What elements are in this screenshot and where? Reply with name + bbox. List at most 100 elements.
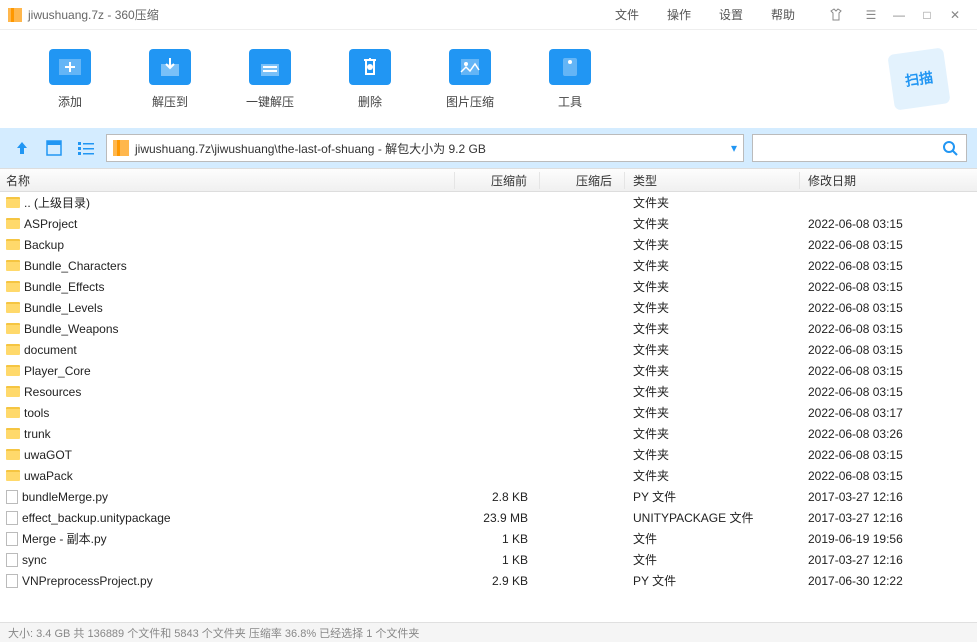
header-type[interactable]: 类型: [625, 172, 800, 189]
archive-icon: [8, 8, 22, 22]
table-row[interactable]: uwaPack文件夹2022-06-08 03:15: [0, 465, 977, 486]
file-date: 2022-06-08 03:15: [800, 364, 977, 378]
table-row[interactable]: Resources文件夹2022-06-08 03:15: [0, 381, 977, 402]
size-before: 1 KB: [455, 553, 540, 567]
file-type: 文件夹: [625, 215, 800, 232]
delete-button[interactable]: 删除: [320, 49, 420, 110]
file-name: sync: [22, 553, 47, 567]
view-grid-icon[interactable]: [42, 136, 66, 160]
menu-help[interactable]: 帮助: [757, 6, 809, 23]
file-date: 2017-03-27 12:16: [800, 490, 977, 504]
file-date: 2022-06-08 03:26: [800, 427, 977, 441]
file-date: 2019-06-19 19:56: [800, 532, 977, 546]
file-date: 2022-06-08 03:17: [800, 406, 977, 420]
table-row[interactable]: effect_backup.unitypackage23.9 MBUNITYPA…: [0, 507, 977, 528]
dropdown-icon[interactable]: ▾: [731, 141, 737, 155]
delete-icon: [349, 49, 391, 85]
folder-icon: [6, 407, 20, 418]
header-name[interactable]: 名称: [0, 172, 455, 189]
menu-file[interactable]: 文件: [601, 6, 653, 23]
view-list-icon[interactable]: [74, 136, 98, 160]
size-before: 23.9 MB: [455, 511, 540, 525]
folder-icon: [6, 302, 20, 313]
menu-icon[interactable]: ☰: [857, 8, 885, 22]
file-type: 文件夹: [625, 236, 800, 253]
table-row[interactable]: document文件夹2022-06-08 03:15: [0, 339, 977, 360]
file-type: PY 文件: [625, 488, 800, 505]
path-text: jiwushuang.7z\jiwushuang\the-last-of-shu…: [135, 140, 486, 157]
table-row[interactable]: Player_Core文件夹2022-06-08 03:15: [0, 360, 977, 381]
header-after[interactable]: 压缩后: [540, 172, 625, 189]
folder-icon: [6, 428, 20, 439]
table-row[interactable]: trunk文件夹2022-06-08 03:26: [0, 423, 977, 444]
file-name: VNPreprocessProject.py: [22, 574, 153, 588]
file-name: Backup: [24, 238, 64, 252]
table-row[interactable]: ASProject文件夹2022-06-08 03:15: [0, 213, 977, 234]
file-name: uwaGOT: [24, 448, 72, 462]
menu-settings[interactable]: 设置: [705, 6, 757, 23]
scan-badge[interactable]: 扫描: [887, 47, 950, 110]
file-date: 2017-03-27 12:16: [800, 511, 977, 525]
file-date: 2022-06-08 03:15: [800, 448, 977, 462]
table-row[interactable]: Bundle_Effects文件夹2022-06-08 03:15: [0, 276, 977, 297]
table-row[interactable]: sync1 KB文件2017-03-27 12:16: [0, 549, 977, 570]
minimize-icon[interactable]: —: [885, 8, 913, 22]
window-title: jiwushuang.7z - 360压缩: [28, 6, 159, 23]
table-row[interactable]: Backup 文件夹2022-06-08 03:15: [0, 234, 977, 255]
image-icon: [449, 49, 491, 85]
file-name: bundleMerge.py: [22, 490, 108, 504]
size-before: 2.9 KB: [455, 574, 540, 588]
search-input[interactable]: [752, 134, 967, 162]
file-type: 文件: [625, 530, 800, 547]
table-row[interactable]: Bundle_Levels文件夹2022-06-08 03:15: [0, 297, 977, 318]
toolbar: 添加 解压到 一键解压 删除 图片压缩 工具 扫描: [0, 30, 977, 128]
folder-icon: [6, 197, 20, 208]
table-row[interactable]: bundleMerge.py2.8 KBPY 文件2017-03-27 12:1…: [0, 486, 977, 507]
file-type: 文件夹: [625, 404, 800, 421]
file-date: 2022-06-08 03:15: [800, 322, 977, 336]
add-icon: [49, 49, 91, 85]
table-row[interactable]: Bundle_Characters文件夹2022-06-08 03:15: [0, 255, 977, 276]
file-name: Bundle_Effects: [24, 280, 105, 294]
tools-button[interactable]: 工具: [520, 49, 620, 110]
file-date: 2022-06-08 03:15: [800, 469, 977, 483]
one-click-icon: [249, 49, 291, 85]
folder-icon: [6, 218, 20, 229]
table-row[interactable]: Bundle_Weapons文件夹2022-06-08 03:15: [0, 318, 977, 339]
file-type: 文件夹: [625, 425, 800, 442]
table-row[interactable]: uwaGOT 文件夹2022-06-08 03:15: [0, 444, 977, 465]
folder-icon: [6, 386, 20, 397]
file-type: 文件夹: [625, 257, 800, 274]
maximize-icon[interactable]: □: [913, 8, 941, 22]
file-name: document: [24, 343, 77, 357]
table-row[interactable]: .. (上级目录)文件夹: [0, 192, 977, 213]
close-icon[interactable]: ✕: [941, 8, 969, 22]
table-row[interactable]: VNPreprocessProject.py 2.9 KB PY 文件2017-06…: [0, 570, 977, 591]
file-date: 2017-03-27 12:16: [800, 553, 977, 567]
file-icon: [6, 532, 18, 546]
skin-icon[interactable]: [829, 8, 857, 22]
menu-operate[interactable]: 操作: [653, 6, 705, 23]
path-input[interactable]: jiwushuang.7z\jiwushuang\the-last-of-shu…: [106, 134, 744, 162]
file-type: UNITYPACKAGE 文件: [625, 509, 800, 526]
one-click-extract-button[interactable]: 一键解压: [220, 49, 320, 110]
add-button[interactable]: 添加: [20, 49, 120, 110]
header-date[interactable]: 修改日期: [800, 172, 977, 189]
file-type: PY 文件: [625, 572, 800, 589]
file-name: tools: [24, 406, 49, 420]
folder-icon: [6, 449, 20, 460]
image-compress-button[interactable]: 图片压缩: [420, 49, 520, 110]
header-before[interactable]: 压缩前: [455, 172, 540, 189]
file-list[interactable]: .. (上级目录)文件夹ASProject文件夹2022-06-08 03:15…: [0, 192, 977, 622]
column-header: 名称 压缩前 压缩后 类型 修改日期: [0, 168, 977, 192]
file-icon: [6, 511, 18, 525]
extract-to-button[interactable]: 解压到: [120, 49, 220, 110]
file-type: 文件夹: [625, 446, 800, 463]
up-icon[interactable]: [10, 136, 34, 160]
statusbar: 大小: 3.4 GB 共 136889 个文件和 5843 个文件夹 压缩率 3…: [0, 622, 977, 642]
file-date: 2022-06-08 03:15: [800, 301, 977, 315]
table-row[interactable]: tools 文件夹2022-06-08 03:17: [0, 402, 977, 423]
file-date: 2022-06-08 03:15: [800, 238, 977, 252]
table-row[interactable]: Merge - 副本.py1 KB文件2019-06-19 19:56: [0, 528, 977, 549]
file-date: 2017-06-30 12:22: [800, 574, 977, 588]
